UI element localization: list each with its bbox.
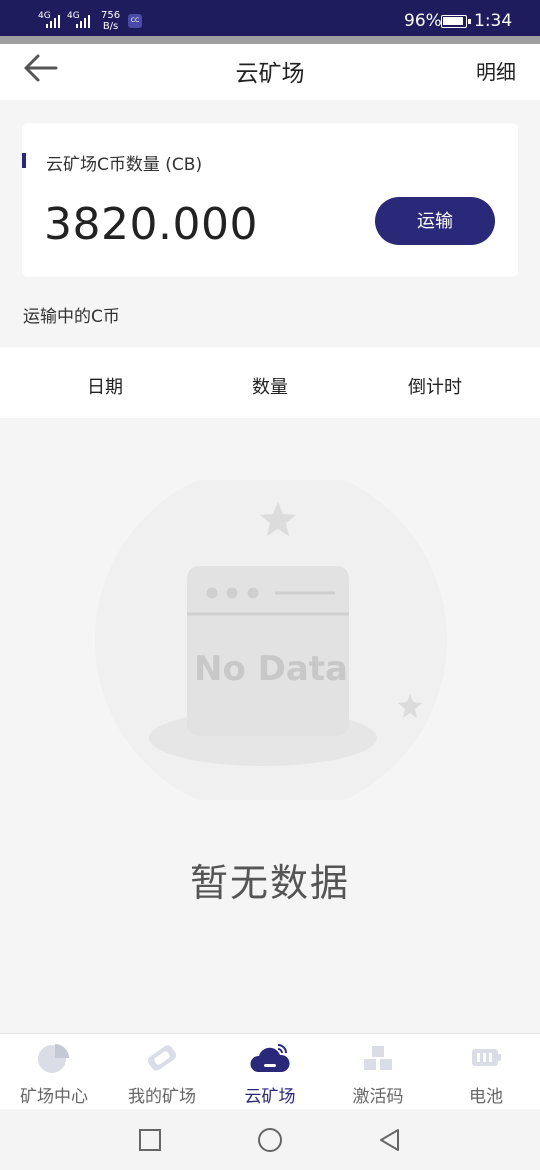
divider xyxy=(0,36,540,44)
tab-battery[interactable]: 电池 xyxy=(432,1034,540,1110)
app-notification-icon: CC xyxy=(128,14,142,28)
tab-label: 电池 xyxy=(469,1087,503,1107)
no-data-illustration: No Data xyxy=(95,480,447,800)
battery-icon xyxy=(441,15,471,28)
tab-mining-center[interactable]: 矿场中心 xyxy=(0,1034,108,1110)
signal-icon xyxy=(46,14,60,28)
status-bar: 4G 4G 756 B/s CC 96% 1:34 xyxy=(0,0,540,36)
tab-label: 矿场中心 xyxy=(20,1087,88,1107)
no-data-label: No Data xyxy=(194,649,348,689)
balance-card: 云矿场C币数量 (CB) 3820.000 运输 xyxy=(22,123,518,277)
network-speed: 756 B/s xyxy=(101,10,121,32)
tab-label: 我的矿场 xyxy=(128,1087,196,1107)
signal-icon xyxy=(76,14,90,28)
cloud-icon xyxy=(250,1044,290,1072)
back-triangle-icon[interactable] xyxy=(376,1126,404,1154)
app-header: 云矿场 明细 xyxy=(0,44,540,100)
accent-bar xyxy=(22,153,26,168)
balance-amount: 3820.000 xyxy=(44,199,258,250)
blocks-icon xyxy=(364,1046,392,1070)
system-nav-bar xyxy=(0,1109,540,1170)
tab-activation-code[interactable]: 激活码 xyxy=(324,1034,432,1110)
detail-link[interactable]: 明细 xyxy=(476,56,516,85)
tab-label: 激活码 xyxy=(352,1087,404,1107)
pie-chart-icon xyxy=(38,1044,69,1073)
battery-percent: 96% xyxy=(404,11,442,31)
column-date: 日期 xyxy=(87,377,123,398)
home-icon[interactable] xyxy=(256,1126,284,1154)
section-title: 运输中的C币 xyxy=(23,307,120,327)
column-countdown: 倒计时 xyxy=(408,377,462,398)
tab-my-mine[interactable]: 我的矿场 xyxy=(108,1034,216,1110)
tab-label: 云矿场 xyxy=(244,1087,296,1107)
transport-button[interactable]: 运输 xyxy=(375,197,495,245)
column-quantity: 数量 xyxy=(252,377,288,398)
clock: 1:34 xyxy=(474,11,513,31)
bottom-tab-bar: 矿场中心 我的矿场 云矿场 激活码 电池 xyxy=(0,1033,540,1109)
page-title: 云矿场 xyxy=(235,61,305,87)
tab-cloud-mine[interactable]: 云矿场 xyxy=(216,1034,324,1110)
empty-message: 暂无数据 xyxy=(189,861,350,905)
table-header: 日期 数量 倒计时 xyxy=(0,347,540,418)
tag-icon xyxy=(147,1045,177,1071)
battery-icon xyxy=(472,1049,501,1066)
balance-label: 云矿场C币数量 (CB) xyxy=(46,155,203,175)
recent-apps-icon[interactable] xyxy=(136,1126,164,1154)
